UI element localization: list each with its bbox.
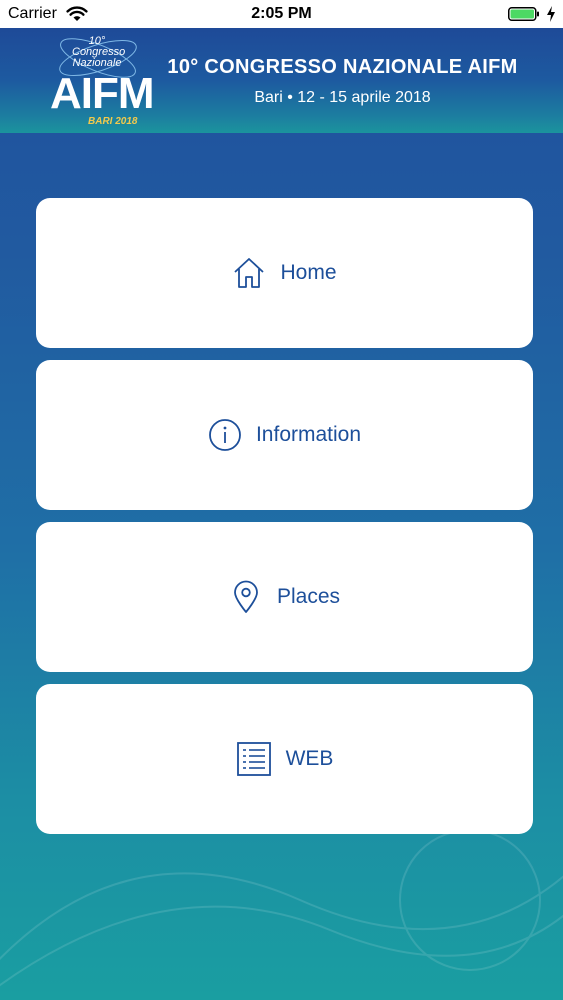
page-subtitle: Bari • 12 - 15 aprile 2018	[254, 89, 431, 106]
logo-main-text: AIFM	[50, 69, 155, 118]
menu-button-web[interactable]: WEB	[36, 684, 533, 834]
battery-icon	[508, 7, 539, 21]
location-pin-icon	[234, 580, 258, 613]
status-bar: Carrier 2:05 PM	[0, 0, 563, 28]
list-icon	[236, 742, 271, 776]
menu-button-information-label: Information	[255, 423, 362, 446]
charging-bolt-icon	[547, 6, 555, 22]
info-icon	[209, 419, 241, 451]
menu-button-home-label: Home	[280, 261, 337, 284]
menu-button-places[interactable]: Places	[36, 522, 533, 672]
menu-button-home[interactable]: Home	[36, 198, 533, 348]
home-icon	[234, 258, 265, 288]
menu-button-web-label: WEB	[285, 747, 334, 770]
clock: 2:05 PM	[251, 5, 312, 22]
logo-top-text: 10° Congresso Nazionale	[72, 35, 126, 69]
logo-bottom-text: BARI 2018	[88, 116, 138, 127]
aifm-logo: 10° Congresso Nazionale AIFM BARI 2018	[46, 32, 155, 132]
page-title: 10° CONGRESSO NAZIONALE AIFM	[167, 56, 518, 78]
menu-button-information[interactable]: Information	[36, 360, 533, 510]
menu-button-places-label: Places	[276, 585, 341, 608]
app-header: 10° Congresso Nazionale AIFM BARI 2018 1…	[0, 28, 563, 133]
